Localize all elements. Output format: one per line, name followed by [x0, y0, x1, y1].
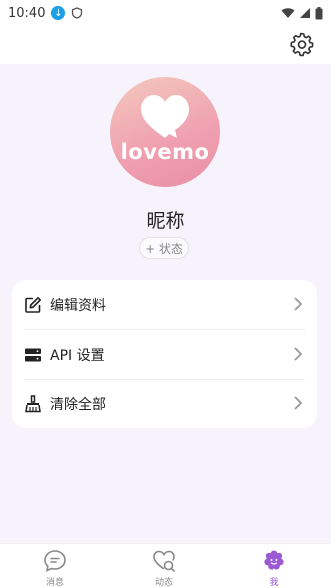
nav-tab-moments[interactable]: 动态: [134, 548, 194, 588]
chevron-right-icon: [294, 297, 303, 311]
settings-menu-card: 编辑资料 API 设置 清除全部: [12, 280, 317, 428]
me-icon: [264, 550, 284, 570]
chat-icon: [44, 550, 66, 572]
status-time: 10:40: [8, 5, 46, 21]
battery-icon: [315, 6, 323, 19]
edit-icon: [25, 296, 41, 313]
nav-label: 我: [269, 578, 279, 588]
logo-text: lovemo: [120, 140, 210, 164]
server-icon: [25, 348, 41, 361]
menu-item-api-settings[interactable]: API 设置: [12, 330, 317, 379]
download-notification-icon: ↓: [51, 6, 66, 20]
status-bar: 10:40 ↓: [0, 0, 331, 26]
nav-tab-me[interactable]: 我: [244, 548, 304, 588]
signal-icon: [300, 8, 310, 18]
chevron-right-icon: [294, 396, 303, 410]
moments-icon: [153, 550, 175, 572]
nav-label: 动态: [154, 578, 173, 588]
menu-label: 编辑资料: [50, 297, 106, 314]
shield-icon: [72, 7, 83, 19]
nav-label: 消息: [45, 578, 64, 588]
nickname[interactable]: 昵称: [0, 206, 331, 233]
nav-tab-messages[interactable]: 消息: [25, 548, 85, 588]
chevron-right-icon: [294, 347, 303, 361]
settings-gear-icon[interactable]: [289, 31, 315, 57]
menu-label: 清除全部: [50, 396, 106, 413]
wifi-icon: [281, 8, 295, 18]
broom-icon: [25, 394, 41, 412]
menu-item-edit-profile[interactable]: 编辑资料: [12, 280, 317, 329]
bottom-nav: 消息 动态 我: [0, 543, 331, 588]
menu-label: API 设置: [50, 347, 105, 364]
add-status-button[interactable]: + 状态: [139, 237, 189, 259]
menu-item-clear-all[interactable]: 清除全部: [12, 379, 317, 428]
heart-chat-logo-icon: [141, 95, 189, 138]
avatar[interactable]: lovemo: [110, 77, 220, 187]
top-bar: [0, 26, 331, 64]
